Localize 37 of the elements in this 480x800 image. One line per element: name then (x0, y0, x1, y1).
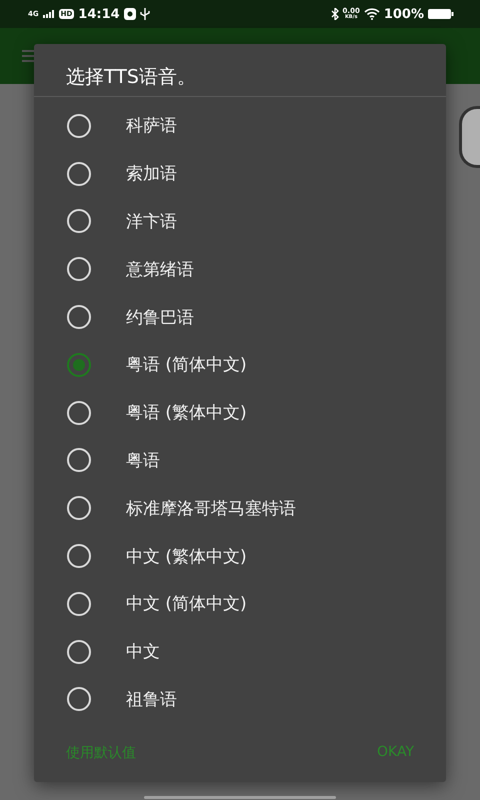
voice-option[interactable]: 中文 (繁体中文) (34, 532, 446, 580)
option-label: 粤语 (繁体中文) (126, 402, 247, 424)
voice-option[interactable]: 意第绪语 (34, 245, 446, 294)
side-handle (459, 106, 480, 168)
voice-option[interactable]: 约鲁巴语 (34, 293, 446, 341)
wifi-icon (364, 8, 380, 20)
signal-icon (42, 10, 55, 18)
voice-option[interactable]: 中文 (简体中文) (34, 580, 446, 628)
voice-option[interactable]: 粤语 (简体中文) (34, 340, 446, 389)
option-label: 约鲁巴语 (126, 306, 194, 329)
bluetooth-icon (330, 8, 339, 20)
clock: 14:14 (78, 6, 120, 22)
voice-option[interactable]: 中文 (34, 628, 446, 676)
dialog-title: 选择TTS语音。 (34, 44, 446, 97)
voice-option[interactable]: 粤语 (34, 436, 446, 484)
usb-icon (140, 8, 150, 20)
voice-option[interactable]: 索加语 (34, 150, 446, 198)
option-label: 科萨语 (126, 115, 177, 138)
option-label: 标准摩洛哥塔马塞特语 (126, 498, 296, 520)
app-notification-icon (124, 8, 136, 20)
option-label: 洋卞语 (126, 210, 177, 233)
option-label: 意第绪语 (126, 258, 194, 281)
option-label: 索加语 (126, 163, 177, 186)
radio-button[interactable] (67, 352, 91, 377)
option-label: 中文 (繁体中文) (126, 546, 247, 568)
voice-option[interactable]: 祖鲁语 (34, 676, 446, 724)
option-label: 祖鲁语 (126, 688, 177, 711)
battery-icon (428, 8, 454, 20)
option-label: 粤语 (126, 450, 160, 472)
voice-option[interactable]: 科萨语 (34, 102, 446, 150)
option-label: 粤语 (简体中文) (126, 354, 247, 376)
battery-percent: 100% (384, 6, 424, 22)
voice-option[interactable]: 标准摩洛哥塔马塞特语 (34, 484, 446, 532)
option-label: 中文 (简体中文) (126, 593, 247, 616)
option-label: 中文 (126, 641, 160, 664)
voice-option[interactable]: 洋卞语 (34, 198, 446, 246)
voice-option[interactable]: 粤语 (繁体中文) (34, 388, 446, 437)
